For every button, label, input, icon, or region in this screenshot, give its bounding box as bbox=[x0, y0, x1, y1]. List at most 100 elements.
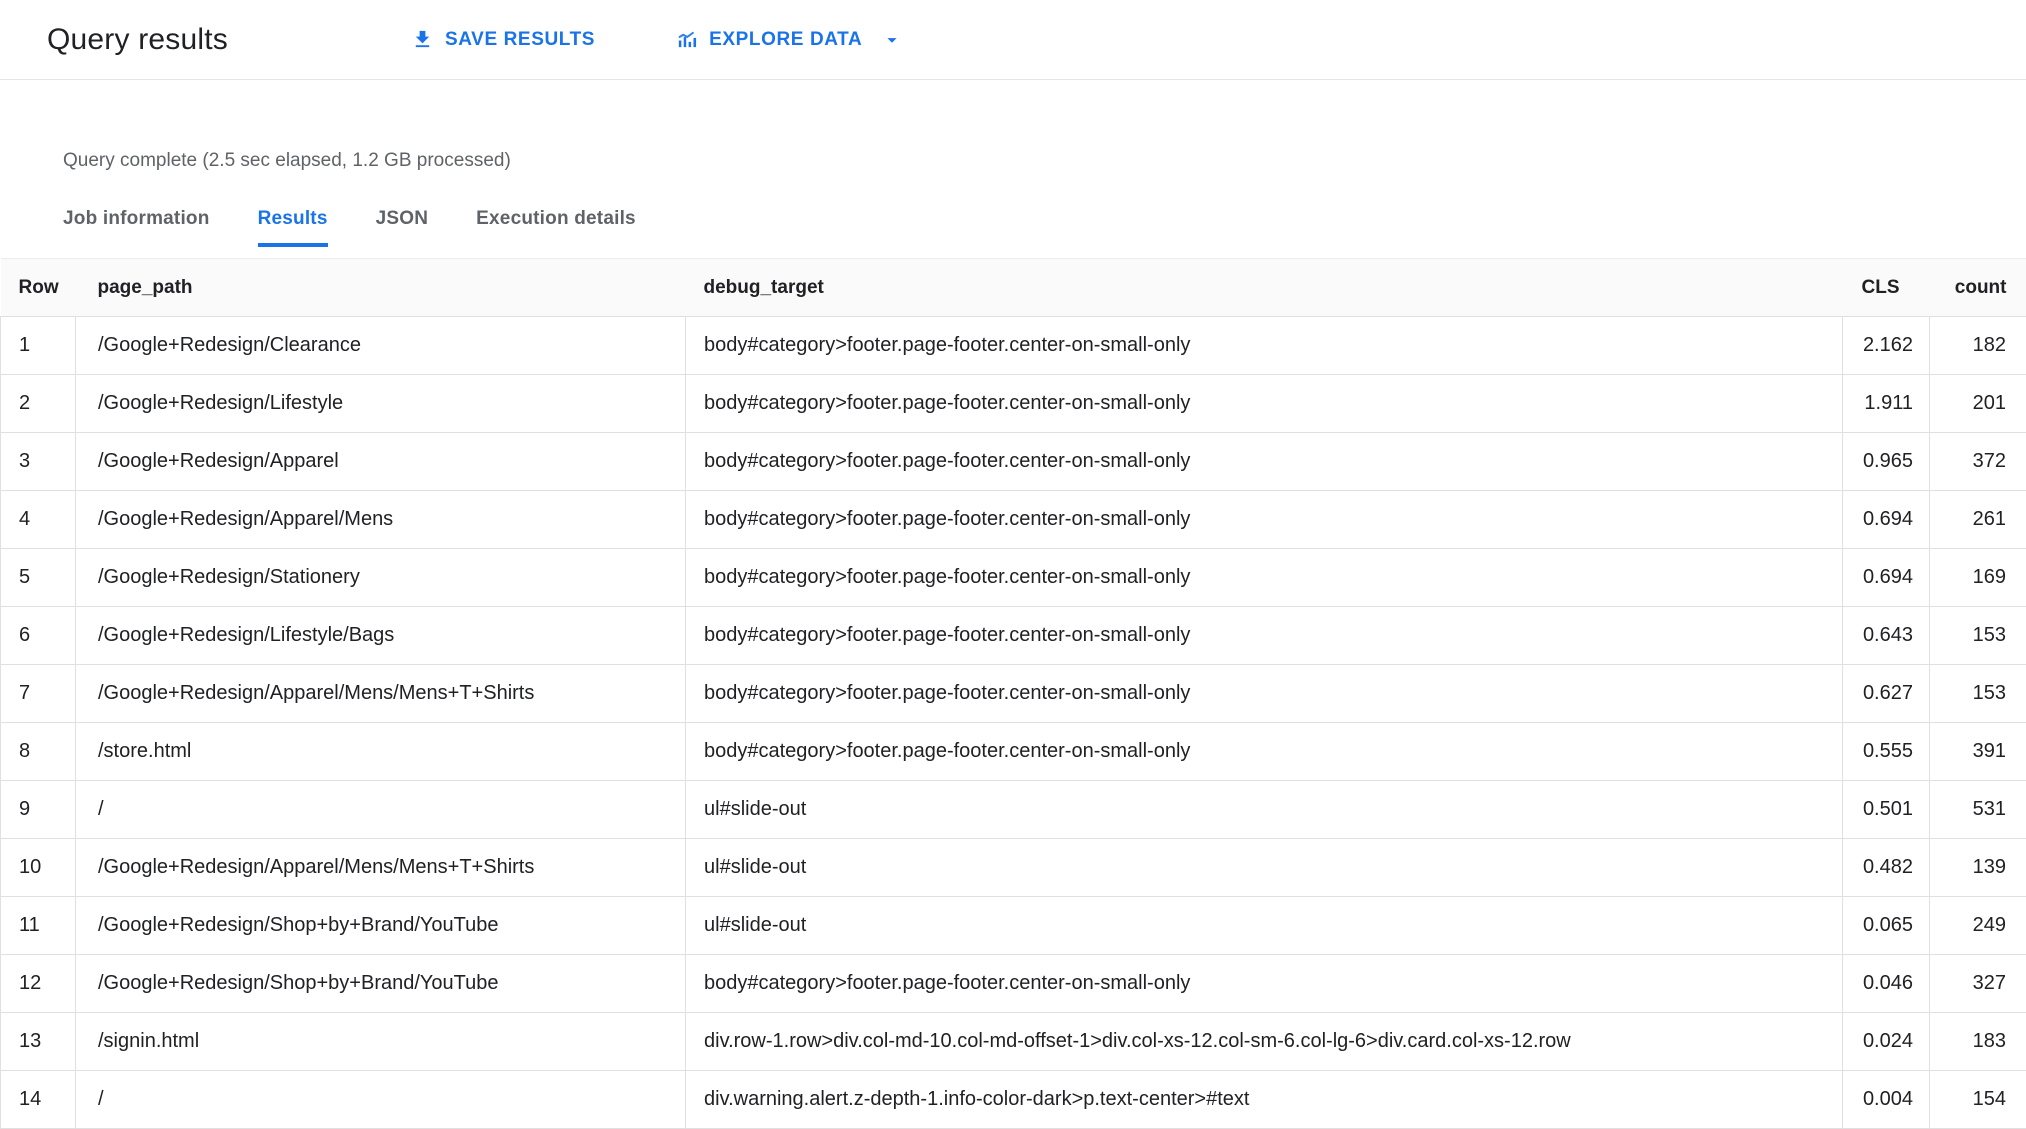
cell-cls: 0.694 bbox=[1843, 549, 1930, 607]
cell-page-path: / bbox=[76, 781, 686, 839]
table-row: 10/Google+Redesign/Apparel/Mens/Mens+T+S… bbox=[1, 839, 2026, 897]
cell-count: 327 bbox=[1930, 955, 2026, 1013]
cell-cls: 0.004 bbox=[1843, 1071, 1930, 1129]
cell-page-path: /Google+Redesign/Apparel bbox=[76, 433, 686, 491]
cell-row: 11 bbox=[1, 897, 76, 955]
tab-execution-details[interactable]: Execution details bbox=[476, 208, 636, 247]
cell-count: 153 bbox=[1930, 607, 2026, 665]
cell-page-path: /signin.html bbox=[76, 1013, 686, 1071]
cell-debug-target: body#category>footer.page-footer.center-… bbox=[686, 549, 1843, 607]
cell-row: 1 bbox=[1, 317, 76, 375]
cell-row: 9 bbox=[1, 781, 76, 839]
page-title: Query results bbox=[47, 23, 228, 57]
table-row: 9/ul#slide-out0.501531 bbox=[1, 781, 2026, 839]
cell-page-path: /Google+Redesign/Lifestyle bbox=[76, 375, 686, 433]
chevron-down-icon bbox=[881, 29, 903, 51]
cell-debug-target: body#category>footer.page-footer.center-… bbox=[686, 433, 1843, 491]
table-row: 12/Google+Redesign/Shop+by+Brand/YouTube… bbox=[1, 955, 2026, 1013]
cell-cls: 0.024 bbox=[1843, 1013, 1930, 1071]
results-tabs: Job information Results JSON Execution d… bbox=[63, 208, 2026, 247]
cell-page-path: / bbox=[76, 1071, 686, 1129]
cell-debug-target: body#category>footer.page-footer.center-… bbox=[686, 317, 1843, 375]
cell-cls: 0.065 bbox=[1843, 897, 1930, 955]
cell-count: 154 bbox=[1930, 1071, 2026, 1129]
column-header-debug-target: debug_target bbox=[686, 259, 1843, 317]
cell-count: 183 bbox=[1930, 1013, 2026, 1071]
cell-page-path: /Google+Redesign/Shop+by+Brand/YouTube bbox=[76, 897, 686, 955]
results-header: Query results SAVE RESULTS EXPLORE DATA bbox=[0, 0, 2026, 80]
cell-cls: 0.555 bbox=[1843, 723, 1930, 781]
cell-count: 169 bbox=[1930, 549, 2026, 607]
table-row: 8/store.htmlbody#category>footer.page-fo… bbox=[1, 723, 2026, 781]
table-row: 11/Google+Redesign/Shop+by+Brand/YouTube… bbox=[1, 897, 2026, 955]
explore-data-button[interactable]: EXPLORE DATA bbox=[675, 28, 903, 51]
table-row: 13/signin.htmldiv.row-1.row>div.col-md-1… bbox=[1, 1013, 2026, 1071]
cell-row: 13 bbox=[1, 1013, 76, 1071]
cell-count: 153 bbox=[1930, 665, 2026, 723]
table-row: 5/Google+Redesign/Stationerybody#categor… bbox=[1, 549, 2026, 607]
cell-page-path: /Google+Redesign/Shop+by+Brand/YouTube bbox=[76, 955, 686, 1013]
results-table: Row page_path debug_target CLS count 1/G… bbox=[0, 258, 2026, 1129]
cell-row: 14 bbox=[1, 1071, 76, 1129]
table-row: 3/Google+Redesign/Apparelbody#category>f… bbox=[1, 433, 2026, 491]
table-row: 6/Google+Redesign/Lifestyle/Bagsbody#cat… bbox=[1, 607, 2026, 665]
cell-cls: 0.627 bbox=[1843, 665, 1930, 723]
cell-debug-target: body#category>footer.page-footer.center-… bbox=[686, 665, 1843, 723]
cell-debug-target: ul#slide-out bbox=[686, 897, 1843, 955]
tab-json[interactable]: JSON bbox=[376, 208, 429, 247]
cell-cls: 1.911 bbox=[1843, 375, 1930, 433]
cell-row: 12 bbox=[1, 955, 76, 1013]
cell-count: 261 bbox=[1930, 491, 2026, 549]
save-results-label: SAVE RESULTS bbox=[445, 29, 595, 51]
cell-count: 249 bbox=[1930, 897, 2026, 955]
cell-row: 7 bbox=[1, 665, 76, 723]
results-table-body: 1/Google+Redesign/Clearancebody#category… bbox=[1, 317, 2026, 1129]
cell-cls: 0.694 bbox=[1843, 491, 1930, 549]
cell-row: 6 bbox=[1, 607, 76, 665]
cell-cls: 2.162 bbox=[1843, 317, 1930, 375]
cell-count: 182 bbox=[1930, 317, 2026, 375]
cell-count: 139 bbox=[1930, 839, 2026, 897]
cell-page-path: /store.html bbox=[76, 723, 686, 781]
column-header-count: count bbox=[1930, 259, 2026, 317]
save-results-button[interactable]: SAVE RESULTS bbox=[411, 28, 595, 51]
cell-row: 5 bbox=[1, 549, 76, 607]
cell-row: 8 bbox=[1, 723, 76, 781]
cell-row: 10 bbox=[1, 839, 76, 897]
bar-chart-icon bbox=[675, 28, 698, 51]
table-header-row: Row page_path debug_target CLS count bbox=[1, 259, 2026, 317]
cell-cls: 0.965 bbox=[1843, 433, 1930, 491]
explore-data-label: EXPLORE DATA bbox=[709, 29, 862, 51]
cell-page-path: /Google+Redesign/Stationery bbox=[76, 549, 686, 607]
cell-debug-target: body#category>footer.page-footer.center-… bbox=[686, 607, 1843, 665]
cell-count: 391 bbox=[1930, 723, 2026, 781]
download-icon bbox=[411, 28, 434, 51]
cell-row: 3 bbox=[1, 433, 76, 491]
cell-page-path: /Google+Redesign/Apparel/Mens bbox=[76, 491, 686, 549]
cell-count: 201 bbox=[1930, 375, 2026, 433]
cell-debug-target: body#category>footer.page-footer.center-… bbox=[686, 375, 1843, 433]
cell-cls: 0.482 bbox=[1843, 839, 1930, 897]
cell-debug-target: ul#slide-out bbox=[686, 839, 1843, 897]
column-header-row: Row bbox=[1, 259, 76, 317]
table-row: 4/Google+Redesign/Apparel/Mensbody#categ… bbox=[1, 491, 2026, 549]
query-status-text: Query complete (2.5 sec elapsed, 1.2 GB … bbox=[63, 150, 2026, 172]
cell-count: 372 bbox=[1930, 433, 2026, 491]
tab-job-information[interactable]: Job information bbox=[63, 208, 210, 247]
tab-results[interactable]: Results bbox=[258, 208, 328, 247]
cell-page-path: /Google+Redesign/Clearance bbox=[76, 317, 686, 375]
table-row: 7/Google+Redesign/Apparel/Mens/Mens+T+Sh… bbox=[1, 665, 2026, 723]
cell-row: 4 bbox=[1, 491, 76, 549]
table-row: 1/Google+Redesign/Clearancebody#category… bbox=[1, 317, 2026, 375]
cell-page-path: /Google+Redesign/Apparel/Mens/Mens+T+Shi… bbox=[76, 839, 686, 897]
cell-cls: 0.501 bbox=[1843, 781, 1930, 839]
cell-debug-target: body#category>footer.page-footer.center-… bbox=[686, 491, 1843, 549]
cell-page-path: /Google+Redesign/Apparel/Mens/Mens+T+Shi… bbox=[76, 665, 686, 723]
cell-cls: 0.643 bbox=[1843, 607, 1930, 665]
cell-debug-target: div.warning.alert.z-depth-1.info-color-d… bbox=[686, 1071, 1843, 1129]
table-row: 2/Google+Redesign/Lifestylebody#category… bbox=[1, 375, 2026, 433]
table-row: 14/div.warning.alert.z-depth-1.info-colo… bbox=[1, 1071, 2026, 1129]
cell-debug-target: body#category>footer.page-footer.center-… bbox=[686, 955, 1843, 1013]
cell-cls: 0.046 bbox=[1843, 955, 1930, 1013]
cell-row: 2 bbox=[1, 375, 76, 433]
